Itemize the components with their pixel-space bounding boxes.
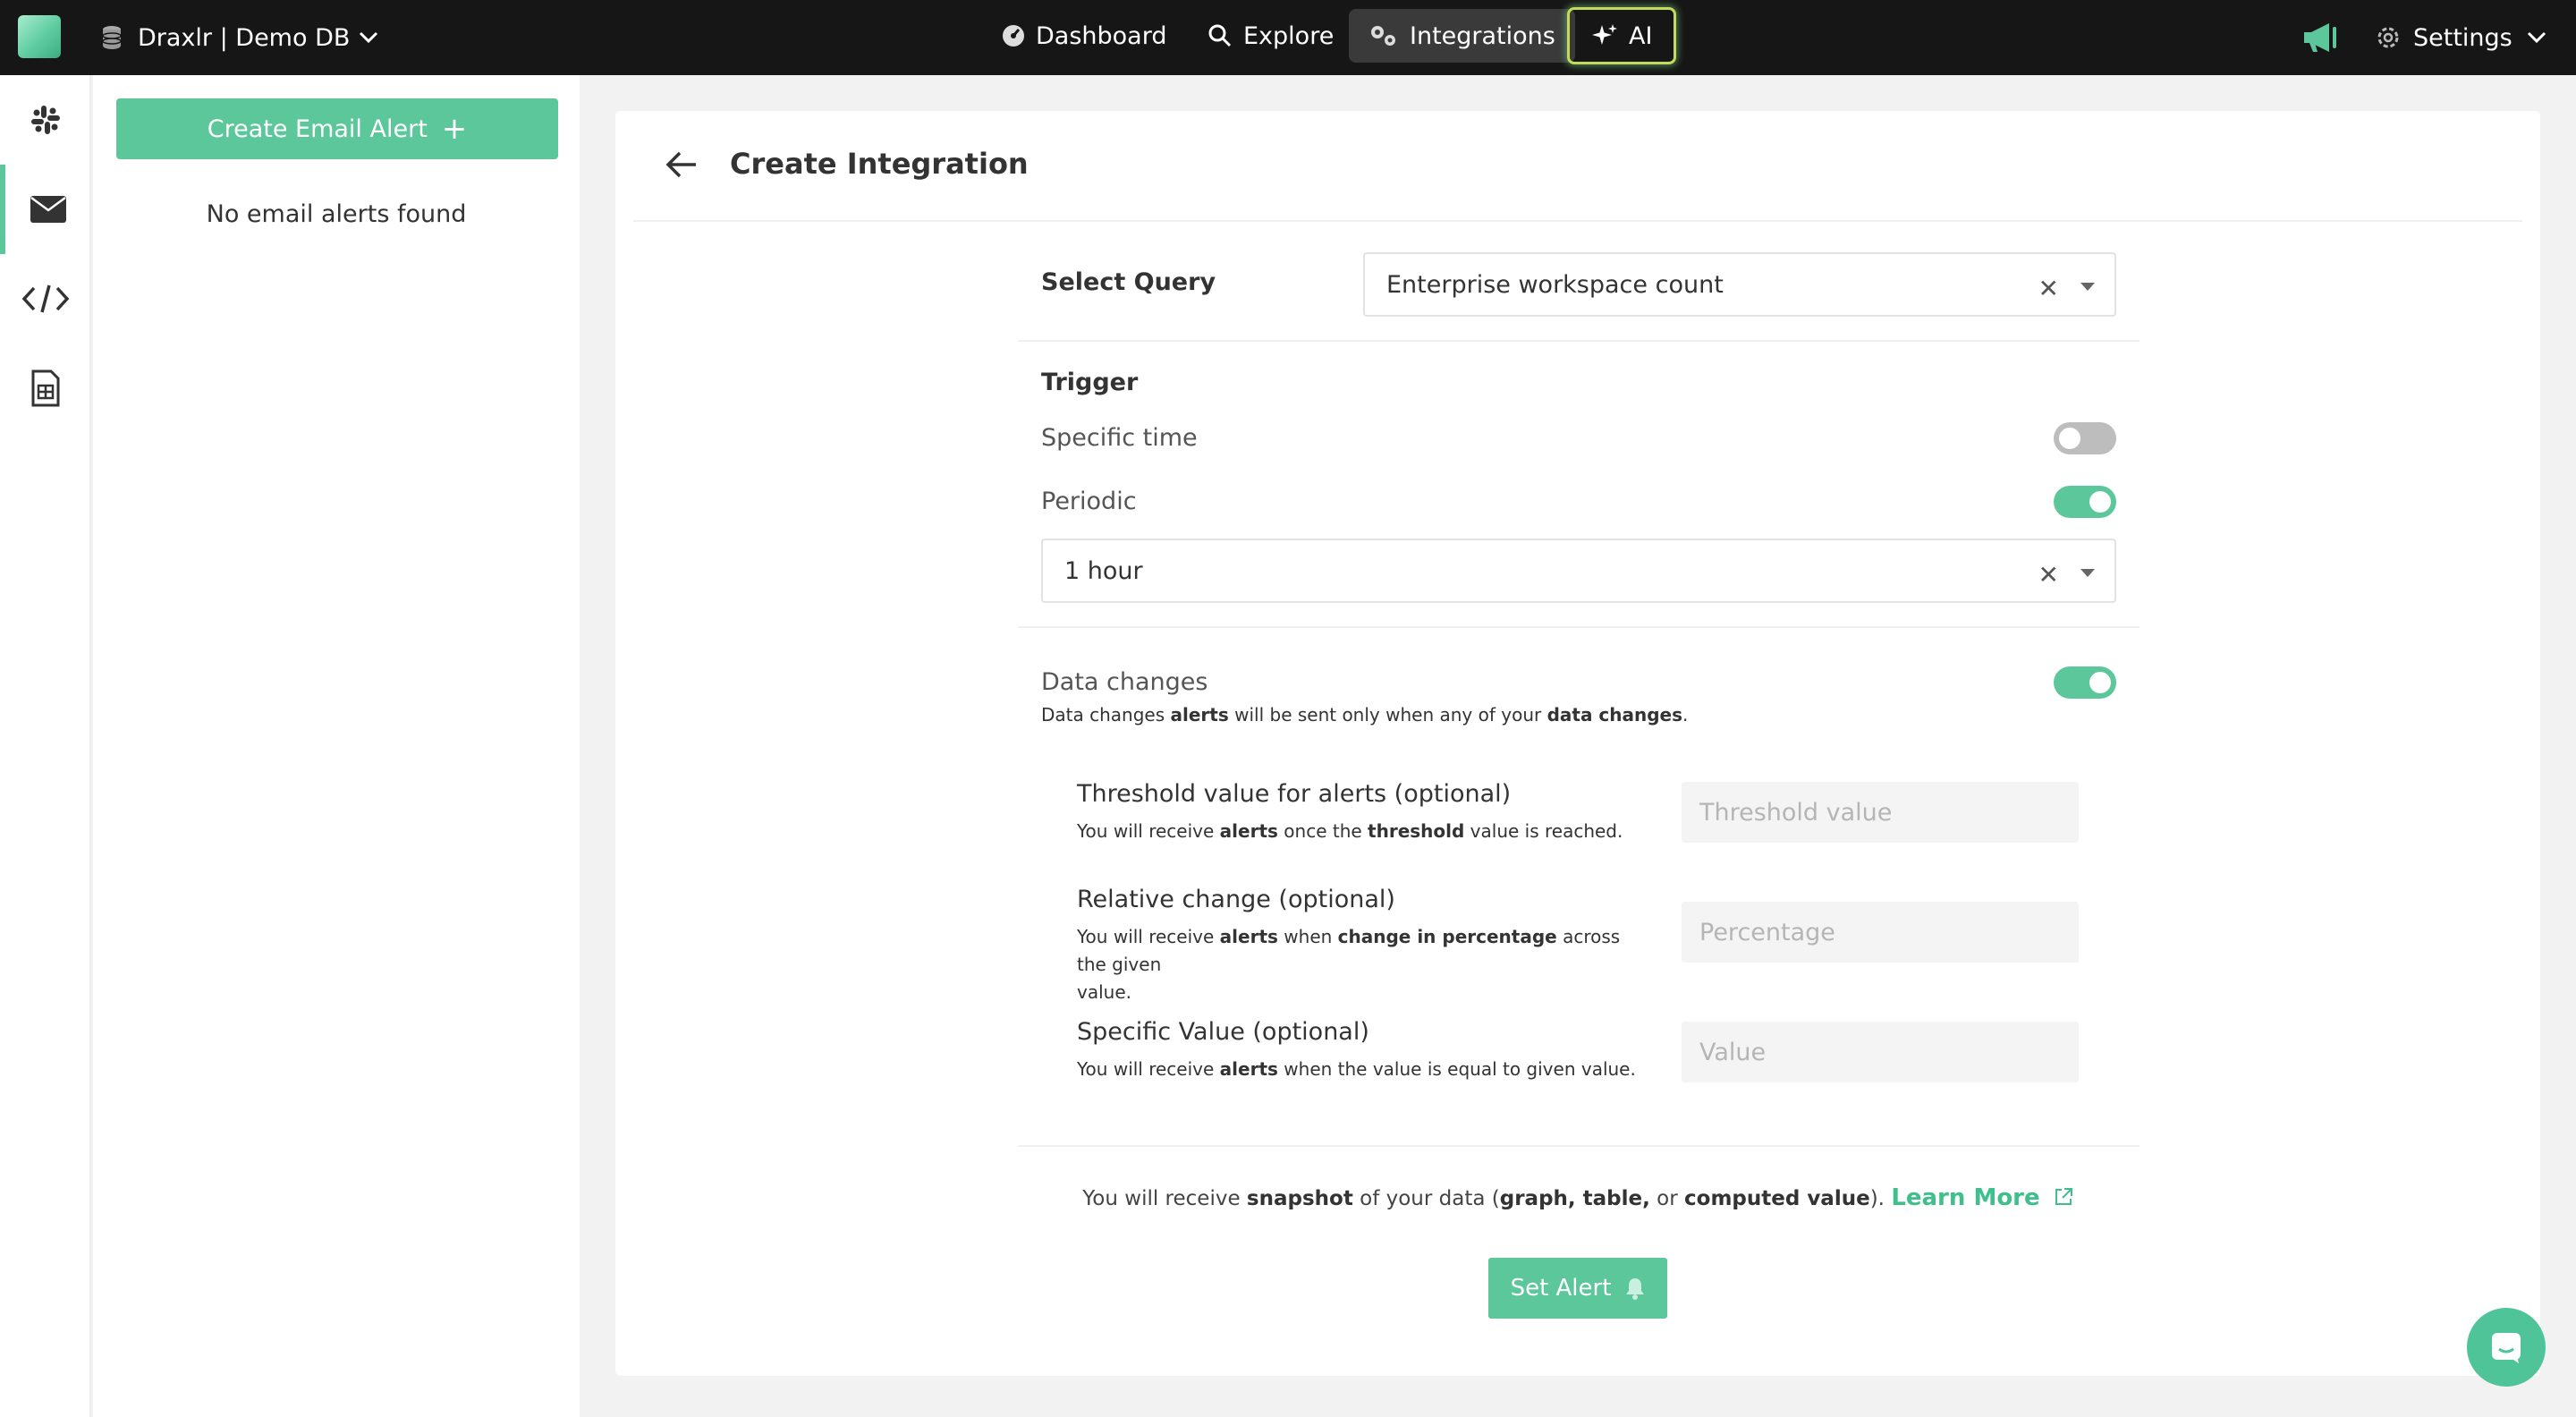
- divider: [1018, 626, 2140, 628]
- nav-integrations[interactable]: Integrations: [1349, 9, 1575, 63]
- data-changes-label: Data changes: [1041, 668, 1208, 696]
- chevron-down-icon: [2527, 31, 2546, 44]
- external-link-icon: [2055, 1188, 2072, 1205]
- threshold-help: You will receive alerts once the thresho…: [1077, 820, 1623, 842]
- database-label: Draxlr | Demo DB: [138, 23, 351, 52]
- divider: [1018, 340, 2140, 342]
- specific-value-label: Specific Value (optional): [1077, 1018, 1369, 1046]
- trigger-label: Trigger: [1041, 369, 1139, 396]
- rail-item-code[interactable]: [0, 254, 91, 344]
- create-integration-card: Create Integration Select Query Enterpri…: [615, 111, 2540, 1376]
- relative-change-input[interactable]: [1682, 902, 2079, 963]
- nav-dashboard[interactable]: Dashboard: [982, 9, 1186, 63]
- specific-time-label: Specific time: [1041, 424, 1198, 452]
- relative-change-help: You will receive alerts when change in p…: [1077, 926, 1621, 1003]
- toggle-knob: [2089, 672, 2111, 693]
- select-query-dropdown[interactable]: Enterprise workspace count ✕: [1363, 252, 2116, 317]
- nav-ai[interactable]: AI: [1567, 7, 1677, 64]
- dashboard-gauge-icon: [1003, 25, 1024, 47]
- rail-item-sheets[interactable]: [0, 344, 91, 433]
- nav-explore-label: Explore: [1243, 21, 1335, 50]
- gear-icon: [2377, 27, 2399, 48]
- specific-time-toggle[interactable]: [2054, 422, 2116, 454]
- periodic-label: Periodic: [1041, 488, 1137, 515]
- nav-dashboard-label: Dashboard: [1036, 21, 1167, 50]
- toggle-knob: [2089, 491, 2111, 513]
- rail-item-slack[interactable]: [0, 75, 91, 165]
- learn-more-link[interactable]: Learn More: [1891, 1184, 2072, 1211]
- snapshot-note: You will receive snapshot of your data (…: [615, 1184, 2540, 1211]
- caret-down-icon: [2080, 283, 2095, 291]
- threshold-label: Threshold value for alerts (optional): [1077, 780, 1512, 808]
- bell-icon: [1626, 1278, 1645, 1300]
- database-selector[interactable]: Draxlr | Demo DB: [102, 20, 378, 55]
- integration-type-rail: [0, 75, 91, 1417]
- empty-alerts-message: No email alerts found: [206, 200, 467, 228]
- app-logo[interactable]: [18, 15, 61, 58]
- email-icon: [30, 196, 66, 223]
- select-query-value: Enterprise workspace count: [1386, 270, 1724, 299]
- specific-value-input[interactable]: [1682, 1022, 2079, 1082]
- settings-label: Settings: [2413, 23, 2512, 52]
- set-alert-label: Set Alert: [1510, 1275, 1612, 1302]
- database-icon: [102, 26, 122, 49]
- chevron-down-icon: [360, 31, 378, 44]
- create-email-alert-label: Create Email Alert: [207, 115, 428, 143]
- card-header: Create Integration: [633, 111, 2522, 222]
- gears-icon: [1371, 26, 1395, 46]
- data-changes-help: Data changes alerts will be sent only wh…: [1041, 704, 1689, 725]
- divider: [1018, 1145, 2140, 1147]
- nav-explore[interactable]: Explore: [1188, 9, 1353, 63]
- back-arrow-icon[interactable]: [665, 150, 698, 179]
- periodic-interval-value: 1 hour: [1064, 556, 1143, 585]
- periodic-interval-dropdown[interactable]: 1 hour ✕: [1041, 539, 2116, 603]
- page-title: Create Integration: [730, 147, 1029, 181]
- sheet-icon: [31, 369, 60, 407]
- megaphone-icon[interactable]: [2301, 20, 2340, 55]
- clear-icon[interactable]: ✕: [2038, 560, 2059, 590]
- nav-ai-label: AI: [1629, 21, 1653, 50]
- rail-item-email[interactable]: [0, 165, 91, 254]
- email-alerts-panel: Create Email Alert + No email alerts fou…: [93, 75, 580, 1417]
- set-alert-button[interactable]: Set Alert: [1488, 1258, 1667, 1319]
- clear-icon[interactable]: ✕: [2038, 274, 2059, 303]
- select-query-label: Select Query: [1041, 268, 1216, 296]
- toggle-knob: [2059, 428, 2080, 449]
- chat-icon: [2492, 1333, 2521, 1363]
- top-navbar: Draxlr | Demo DB Dashboard Explore Integ…: [0, 0, 2576, 75]
- plus-icon: +: [441, 111, 468, 147]
- create-email-alert-button[interactable]: Create Email Alert +: [116, 98, 558, 159]
- sparkle-icon: [1592, 24, 1617, 45]
- nav-integrations-label: Integrations: [1410, 21, 1555, 50]
- specific-value-help: You will receive alerts when the value i…: [1077, 1058, 1636, 1080]
- slack-icon: [31, 106, 60, 134]
- settings-menu[interactable]: Settings: [2376, 20, 2546, 55]
- caret-down-icon: [2080, 569, 2095, 577]
- threshold-input[interactable]: [1682, 782, 2079, 843]
- code-icon: [21, 284, 70, 313]
- chat-widget-button[interactable]: [2467, 1308, 2546, 1387]
- search-icon: [1208, 24, 1232, 47]
- data-changes-toggle[interactable]: [2054, 666, 2116, 699]
- relative-change-label: Relative change (optional): [1077, 886, 1395, 913]
- periodic-toggle[interactable]: [2054, 486, 2116, 518]
